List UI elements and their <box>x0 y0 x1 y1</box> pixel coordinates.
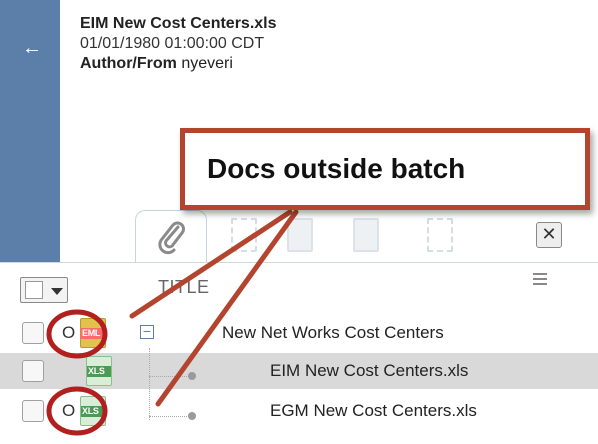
annotation-callout: Docs outside batch <box>180 128 590 210</box>
document-author: Author/From nyeveri <box>80 54 277 74</box>
side-rail: ← <box>0 0 60 262</box>
grid-header: TITLE <box>0 263 598 311</box>
blank-document-icon[interactable] <box>427 218 453 252</box>
column-menu-icon[interactable] <box>533 273 547 288</box>
document-grid: TITLE O EML − New Net Works Cost Centers… <box>0 262 598 444</box>
collapse-toggle-icon[interactable]: − <box>140 324 154 339</box>
document-title: EIM New Cost Centers.xls <box>80 15 277 32</box>
tree-node-dot <box>188 372 196 380</box>
email-file-icon: EML <box>80 318 106 348</box>
table-row[interactable]: O XLS EGM New Cost Centers.xls <box>0 393 598 429</box>
tree-node-dot <box>188 412 196 420</box>
excel-file-icon: XLS <box>86 356 112 386</box>
table-row[interactable]: XLS EIM New Cost Centers.xls <box>0 353 598 389</box>
paperclip-icon <box>158 221 185 255</box>
excel-file-icon: XLS <box>80 396 106 426</box>
copy-document-icon[interactable] <box>287 218 313 252</box>
chevron-down-icon <box>51 288 63 295</box>
author-label: Author/From <box>80 55 177 72</box>
row-title[interactable]: New Net Works Cost Centers <box>222 323 444 343</box>
document-toolbar: ✕ <box>135 210 575 262</box>
duplicate-document-icon[interactable] <box>353 218 379 252</box>
close-button[interactable]: ✕ <box>536 222 562 248</box>
row-status-marker: O <box>62 401 76 420</box>
row-checkbox[interactable] <box>22 322 44 344</box>
callout-text: Docs outside batch <box>207 153 466 184</box>
select-all-checkbox[interactable] <box>25 281 43 299</box>
tab-attachments[interactable] <box>135 210 207 262</box>
author-value: nyeveri <box>181 55 233 72</box>
document-info: EIM New Cost Centers.xls 01/01/1980 01:0… <box>80 14 277 74</box>
row-title[interactable]: EGM New Cost Centers.xls <box>270 401 477 421</box>
tree-connector <box>149 348 150 420</box>
tree-connector <box>149 376 189 377</box>
back-arrow-icon[interactable]: ← <box>22 38 42 58</box>
table-row[interactable]: O EML − New Net Works Cost Centers <box>0 315 598 351</box>
new-document-icon[interactable] <box>231 218 257 252</box>
row-checkbox[interactable] <box>22 400 44 422</box>
row-status-marker: O <box>62 323 76 342</box>
column-header-title[interactable]: TITLE <box>158 277 210 298</box>
document-date: 01/01/1980 01:00:00 CDT <box>80 35 265 52</box>
select-all-dropdown[interactable] <box>20 277 68 303</box>
row-title[interactable]: EIM New Cost Centers.xls <box>270 361 468 381</box>
row-checkbox[interactable] <box>22 360 44 382</box>
tree-connector <box>149 416 189 417</box>
